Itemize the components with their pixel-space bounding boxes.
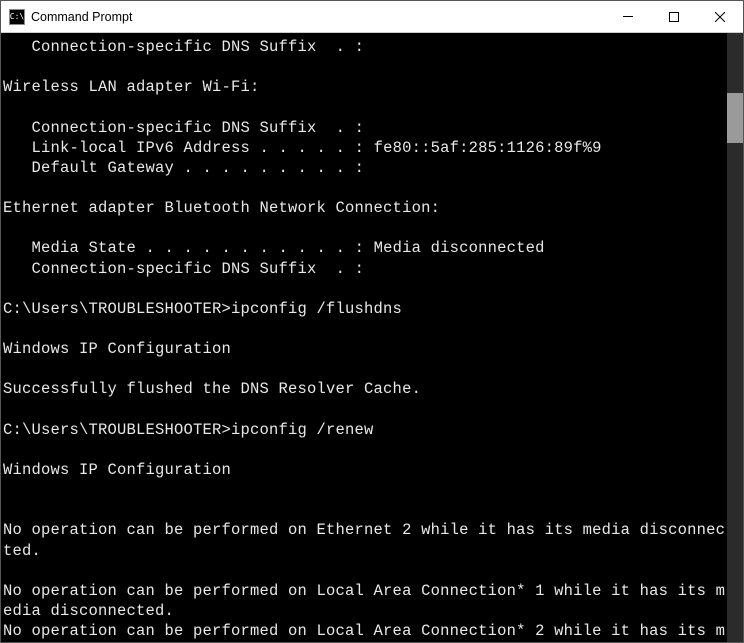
minimize-button[interactable] (605, 1, 651, 32)
window-title: Command Prompt (31, 10, 605, 24)
close-button[interactable] (697, 1, 743, 32)
maximize-button[interactable] (651, 1, 697, 32)
maximize-icon (669, 12, 679, 22)
scrollbar-thumb[interactable] (727, 93, 743, 143)
scrollbar[interactable] (727, 33, 743, 642)
cmd-icon: C:\ (9, 9, 25, 25)
command-prompt-window: C:\ Command Prompt Connection-specific D… (0, 0, 744, 643)
close-icon (715, 12, 725, 22)
terminal-container: Connection-specific DNS Suffix . : Wirel… (1, 33, 743, 642)
terminal-output[interactable]: Connection-specific DNS Suffix . : Wirel… (1, 33, 727, 642)
titlebar: C:\ Command Prompt (1, 1, 743, 33)
window-controls (605, 1, 743, 32)
minimize-icon (623, 16, 633, 17)
